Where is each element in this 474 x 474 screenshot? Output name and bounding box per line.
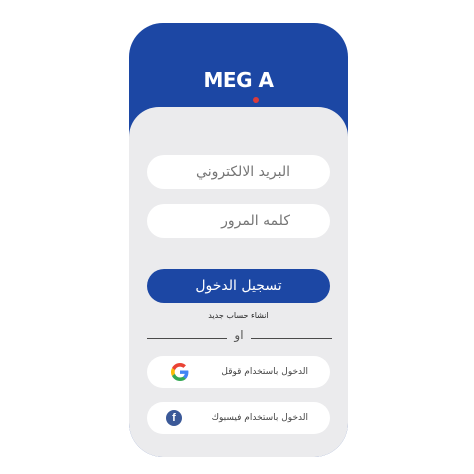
- google-login-button[interactable]: الدخول باستخدام قوقل: [147, 356, 330, 388]
- facebook-login-button[interactable]: f الدخول باستخدام فيسبوك: [147, 402, 330, 434]
- facebook-icon: f: [166, 410, 182, 426]
- divider-right: [251, 338, 332, 339]
- divider-left: [147, 338, 227, 339]
- password-field[interactable]: [147, 204, 330, 238]
- create-account-link[interactable]: انشاء حساب جديد: [129, 311, 348, 320]
- facebook-login-label: الدخول باستخدام فيسبوك: [211, 413, 308, 423]
- login-card: تسجيل الدخول انشاء حساب جديد او الدخول ب…: [129, 107, 348, 457]
- app-logo: MEG A: [203, 68, 274, 92]
- logo-accent-dot: [253, 97, 259, 103]
- login-screen: MEG A تسجيل الدخول انشاء حساب جديد او ال…: [129, 23, 348, 457]
- google-icon: [171, 363, 189, 381]
- google-login-label: الدخول باستخدام قوقل: [221, 367, 308, 377]
- login-button[interactable]: تسجيل الدخول: [147, 269, 330, 303]
- email-field[interactable]: [147, 155, 330, 189]
- or-separator: او: [234, 328, 244, 342]
